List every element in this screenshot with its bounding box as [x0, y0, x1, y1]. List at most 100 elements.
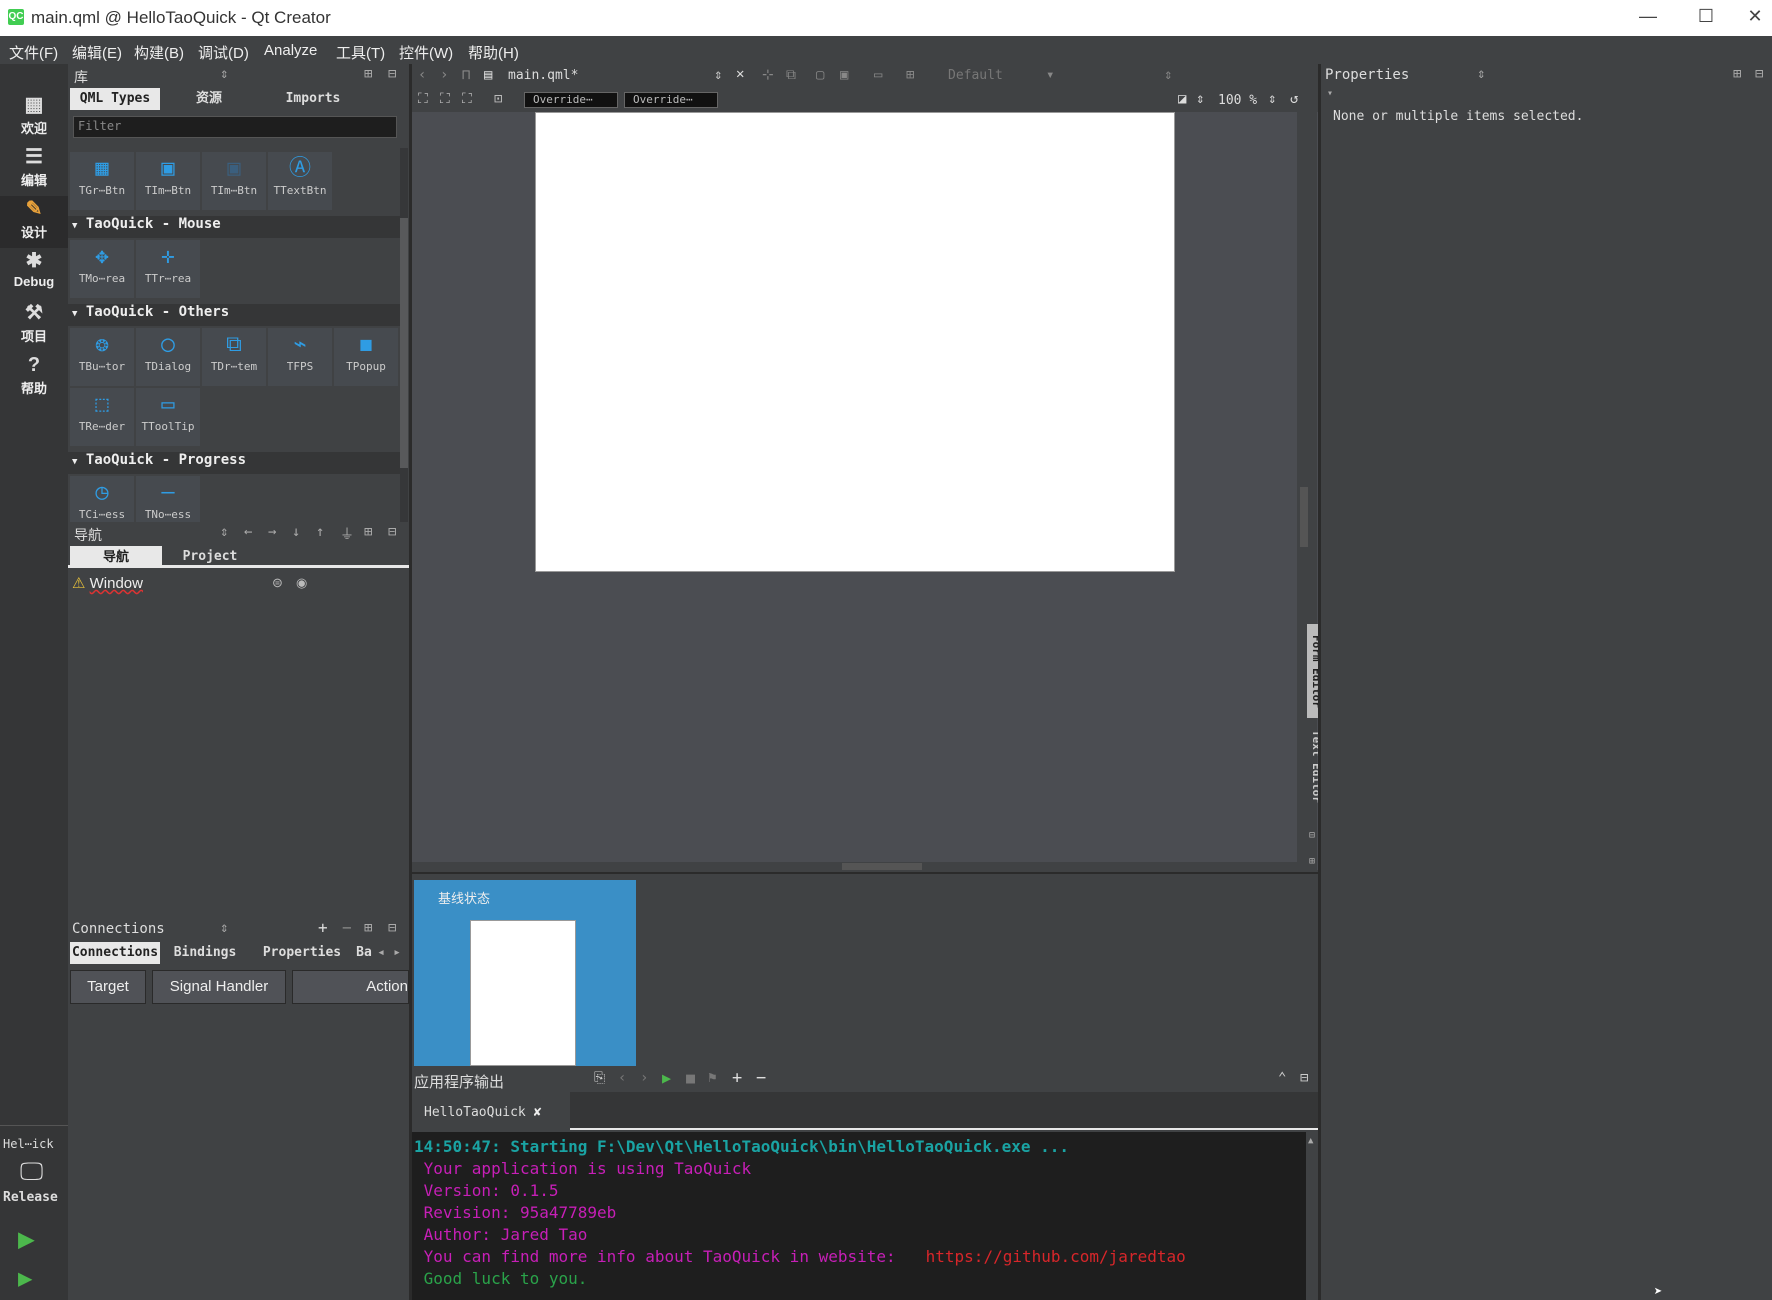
library-filter-input[interactable]: Filter	[73, 116, 397, 138]
arrow-up-icon[interactable]: ↑	[316, 524, 324, 540]
library-item[interactable]: ⧉ TDr⋯tem	[202, 328, 266, 386]
forward-icon[interactable]: ›	[440, 67, 448, 83]
scroll-left-icon[interactable]: ◂	[374, 942, 388, 964]
canvas-horizontal-scrollbar[interactable]	[842, 863, 922, 870]
close-panel-icon[interactable]: ⊟	[388, 920, 396, 936]
library-scrollbar[interactable]	[400, 148, 408, 522]
chevron-updown-icon[interactable]: ⇕	[220, 66, 228, 82]
mode-help[interactable]: ? 帮助	[0, 352, 68, 404]
visibility-eye-icon[interactable]: ◉	[296, 575, 307, 591]
menu-edit[interactable]: 编辑(E)	[72, 42, 122, 63]
zoom-out-icon[interactable]: −	[756, 1068, 766, 1088]
state-selector[interactable]: Default	[948, 68, 1003, 83]
current-file-name[interactable]: main.qml*	[508, 68, 578, 83]
library-item[interactable]: ▭ TToolTip	[136, 388, 200, 446]
toolbar-icon[interactable]: ▣	[840, 67, 848, 83]
library-group-others[interactable]: ▼ TaoQuick - Others	[68, 304, 400, 326]
library-item[interactable]: ◯ TDialog	[136, 328, 200, 386]
override-width-field[interactable]: Override⋯	[524, 92, 618, 108]
toolbar-icon[interactable]: ⛶	[462, 91, 472, 107]
library-item[interactable]: ◷ TCi⋯ess	[70, 476, 134, 522]
menu-debug[interactable]: 调试(D)	[198, 42, 249, 63]
tab-backends[interactable]: Ba	[356, 942, 372, 964]
close-panel-icon[interactable]: ⊟	[1755, 66, 1763, 82]
output-tab-hellotaoquick[interactable]: HelloTaoQuick ✘	[412, 1092, 570, 1130]
form-editor-canvas[interactable]: Form Editor Text Editor ⊟ ⊞	[412, 112, 1323, 870]
menu-help[interactable]: 帮助(H)	[468, 42, 519, 63]
library-item[interactable]: ⬚ TRe⋯der	[70, 388, 134, 446]
split-icon[interactable]: ⊞	[364, 920, 372, 936]
chevron-updown-icon[interactable]: ⇕	[1477, 66, 1485, 82]
output-link[interactable]: https://github.com/jaredtao	[926, 1247, 1186, 1266]
override-height-field[interactable]: Override⋯	[624, 92, 718, 108]
background-color-icon[interactable]: ◪	[1178, 91, 1186, 107]
menu-file[interactable]: 文件(F)	[9, 42, 58, 63]
arrow-left-icon[interactable]: ‹	[618, 1070, 626, 1086]
close-pane-icon[interactable]: ⊟	[1300, 1070, 1308, 1086]
add-icon[interactable]: +	[318, 918, 328, 937]
tab-imports[interactable]: Imports	[258, 88, 368, 110]
tab-navigator[interactable]: 导航	[70, 546, 162, 568]
library-item[interactable]: ▣ TIm⋯Btn	[202, 152, 266, 210]
toolbar-icon[interactable]: ▢	[816, 67, 824, 83]
run-icon[interactable]: ▶	[18, 1222, 35, 1255]
export-icon[interactable]: ⊜	[272, 575, 283, 591]
arrow-right-icon[interactable]: ›	[640, 1070, 648, 1086]
library-item[interactable]: ▣ TIm⋯Btn	[136, 152, 200, 210]
chevron-down-icon[interactable]: ▾	[1046, 67, 1054, 83]
stop-icon[interactable]: ■	[686, 1069, 695, 1087]
split-icon[interactable]: ⊞	[364, 524, 372, 540]
debug-run-icon[interactable]: ▶	[18, 1264, 32, 1292]
split-icon[interactable]: ⊞	[1733, 66, 1741, 82]
chevron-updown-icon[interactable]: ⇕	[1164, 67, 1172, 83]
toolbar-icon[interactable]: ⊞	[906, 67, 914, 83]
rerun-icon[interactable]: ▶	[662, 1069, 671, 1087]
canvas-vertical-scrollbar[interactable]	[1300, 487, 1308, 547]
toolbar-icon[interactable]: ⊹	[762, 67, 774, 83]
column-signal-handler[interactable]: Signal Handler	[152, 970, 286, 1004]
library-item[interactable]: — TNo⋯ess	[136, 476, 200, 522]
menu-analyze[interactable]: Analyze	[264, 42, 317, 59]
remove-icon[interactable]: −	[342, 918, 352, 937]
arrow-down-icon[interactable]: ↓	[292, 524, 300, 540]
tab-qml-types[interactable]: QML Types	[70, 88, 160, 110]
chevron-updown-icon[interactable]: ⇕	[1196, 91, 1204, 107]
split-icon[interactable]: ⊞	[364, 66, 372, 82]
output-scrollbar[interactable]: ▲	[1306, 1132, 1318, 1300]
mode-edit[interactable]: ☰ 编辑	[0, 144, 68, 196]
column-target[interactable]: Target	[70, 970, 146, 1004]
close-file-icon[interactable]: ✕	[736, 66, 744, 82]
mode-debug[interactable]: ✱ Debug	[0, 248, 68, 300]
close-window-button[interactable]: ✕	[1740, 6, 1770, 27]
mode-design[interactable]: ✎ 设计	[0, 196, 68, 248]
debugger-icon[interactable]: ⚑	[708, 1070, 716, 1086]
library-item[interactable]: ✛ TTr⋯rea	[136, 240, 200, 298]
chevron-updown-icon[interactable]: ⇕	[1268, 91, 1276, 107]
attach-icon[interactable]: ⎘	[594, 1070, 605, 1086]
tab-resources[interactable]: 资源	[164, 88, 254, 110]
library-group-progress[interactable]: ▼ TaoQuick - Progress	[68, 452, 400, 474]
chevron-down-icon[interactable]: ▾	[1327, 88, 1333, 99]
toolbar-icon[interactable]: ⛶	[440, 91, 450, 107]
close-panel-icon[interactable]: ⊟	[388, 524, 396, 540]
maximize-button[interactable]: ☐	[1686, 6, 1726, 27]
mode-welcome[interactable]: ▦ 欢迎	[0, 92, 68, 144]
library-item[interactable]: ✥ TMo⋯rea	[70, 240, 134, 298]
menu-tools[interactable]: 工具(T)	[336, 42, 385, 63]
toggle-icon[interactable]: ⊟	[1309, 830, 1315, 841]
library-item[interactable]: ⌁ TFPS	[268, 328, 332, 386]
kit-build-config[interactable]: Release	[3, 1190, 58, 1205]
window-preview[interactable]	[535, 112, 1175, 572]
tab-project[interactable]: Project	[164, 546, 256, 568]
toolbar-icon[interactable]: ⧉	[786, 67, 796, 83]
maximize-pane-icon[interactable]: ⌃	[1278, 1070, 1286, 1086]
minimize-button[interactable]: —	[1628, 6, 1668, 27]
tab-bindings[interactable]: Bindings	[162, 942, 248, 964]
toolbar-icon[interactable]: ⊡	[494, 91, 502, 107]
arrow-left-icon[interactable]: ←	[244, 524, 252, 540]
navigator-item-window[interactable]: ⚠ Window ⊜ ◉	[72, 574, 402, 596]
arrow-right-icon[interactable]: →	[268, 524, 276, 540]
tab-connections[interactable]: Connections	[70, 942, 160, 964]
library-group-mouse[interactable]: ▼ TaoQuick - Mouse	[68, 216, 400, 238]
mode-projects[interactable]: ⚒ 项目	[0, 300, 68, 352]
